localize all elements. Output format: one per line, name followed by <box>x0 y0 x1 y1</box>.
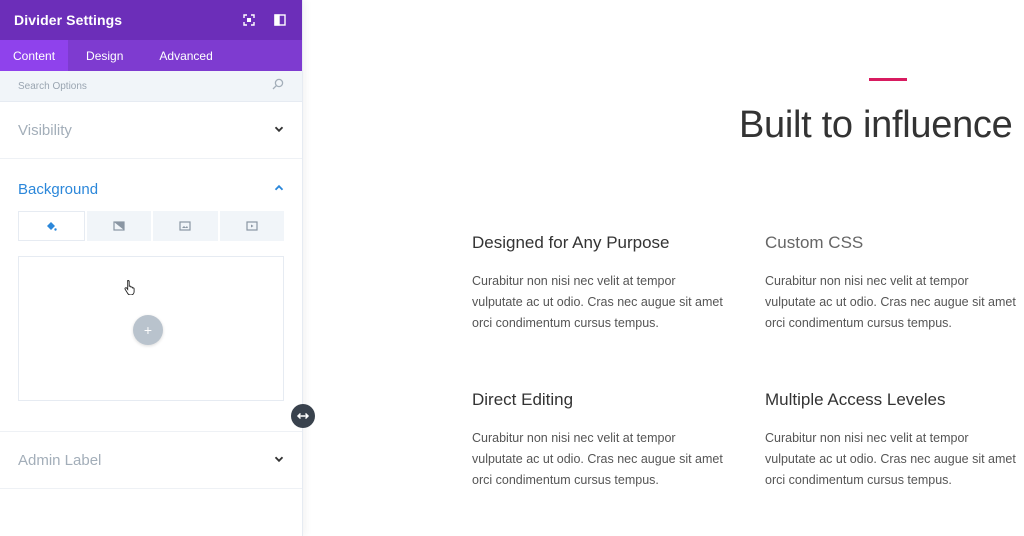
feature-title: Multiple Access Leveles <box>765 390 946 409</box>
panel-header: Divider Settings <box>0 0 302 40</box>
add-color-button[interactable]: + <box>133 315 163 345</box>
background-color-preview[interactable]: + <box>18 256 284 401</box>
feature-block: Designed for Any Purpose Curabitur non n… <box>472 233 727 334</box>
section-admin-label-label: Admin Label <box>18 451 102 469</box>
image-icon <box>179 221 191 231</box>
chevron-down-icon <box>274 451 284 469</box>
resize-arrows-icon <box>296 412 310 420</box>
feature-text: Curabitur non nisi nec velit at tempor v… <box>472 431 723 487</box>
section-background: Background + <box>0 159 302 432</box>
accent-divider <box>869 78 907 81</box>
bg-tab-color[interactable] <box>18 211 85 241</box>
bg-tab-video[interactable] <box>219 211 284 241</box>
video-icon <box>246 221 258 231</box>
bg-tab-image[interactable] <box>153 211 218 241</box>
hero-title: Built to influence <box>739 104 1013 146</box>
feature-block: Custom CSS Curabitur non nisi nec velit … <box>765 233 1020 334</box>
search-row <box>0 71 302 102</box>
panel-title: Divider Settings <box>14 12 123 28</box>
section-visibility-label: Visibility <box>18 121 72 139</box>
bg-tab-gradient[interactable] <box>86 211 151 241</box>
search-icon[interactable] <box>272 77 284 95</box>
tab-advanced[interactable]: Advanced <box>141 40 230 71</box>
search-input[interactable] <box>18 80 272 92</box>
feature-title: Direct Editing <box>472 390 574 409</box>
section-background-label: Background <box>18 180 99 198</box>
tab-design[interactable]: Design <box>68 40 141 71</box>
feature-text: Curabitur non nisi nec velit at tempor v… <box>472 274 723 330</box>
feature-title: Designed for Any Purpose <box>472 233 670 252</box>
feature-block: Multiple Access Leveles Curabitur non ni… <box>765 390 1020 491</box>
gradient-icon <box>113 221 125 231</box>
settings-panel: Divider Settings Content Design Advanced <box>0 0 303 536</box>
tab-content[interactable]: Content <box>0 40 69 71</box>
sidebar-toggle-icon[interactable] <box>272 12 288 28</box>
feature-text: Curabitur non nisi nec velit at tempor v… <box>765 274 1016 330</box>
feature-block: Direct Editing Curabitur non nisi nec ve… <box>472 390 727 491</box>
section-visibility[interactable]: Visibility <box>0 102 302 159</box>
section-background-header[interactable]: Background <box>0 159 302 219</box>
chevron-up-icon <box>274 180 284 198</box>
panel-resize-handle[interactable] <box>291 404 315 428</box>
feature-text: Curabitur non nisi nec velit at tempor v… <box>765 431 1016 487</box>
fullscreen-icon[interactable] <box>241 12 257 28</box>
hand-cursor-icon <box>124 280 135 295</box>
section-admin-label[interactable]: Admin Label <box>0 432 302 489</box>
paint-bucket-icon <box>47 222 57 231</box>
background-type-tabs <box>18 211 284 241</box>
chevron-down-icon <box>274 121 284 139</box>
feature-title: Custom CSS <box>765 233 864 252</box>
panel-tabs: Content Design Advanced <box>0 40 302 71</box>
